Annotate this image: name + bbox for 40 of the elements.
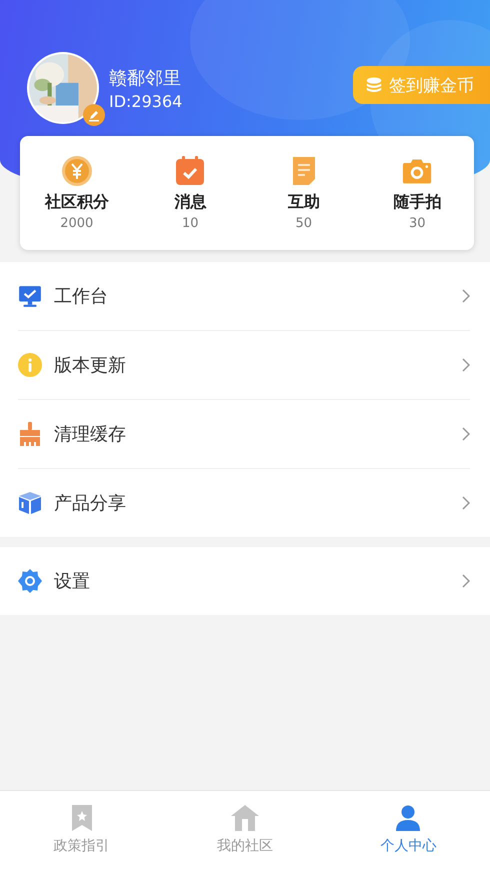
tab[interactable]: 个人中心 — [326, 791, 490, 876]
menu-label: 版本更新 — [54, 354, 127, 377]
stat-value: 50 — [295, 216, 312, 230]
chevron-right-icon — [462, 496, 470, 510]
user-id: ID:29364 — [109, 92, 182, 110]
menu-item[interactable]: 版本更新 — [18, 331, 470, 400]
chevron-right-icon — [462, 358, 470, 372]
coins-icon — [365, 76, 383, 94]
stat-value: 10 — [182, 216, 199, 230]
chevron-right-icon — [462, 574, 470, 588]
broom-icon — [18, 422, 42, 446]
chevron-right-icon — [462, 289, 470, 303]
stat-value: 30 — [408, 216, 426, 230]
person-icon — [394, 805, 422, 831]
home-icon — [230, 805, 259, 831]
menu-label: 工作台 — [54, 285, 109, 308]
stat-label: 消息 — [174, 192, 206, 212]
menu-item[interactable]: 清理缓存 — [18, 400, 470, 469]
yen-coin-icon — [62, 156, 92, 186]
edit-icon[interactable] — [83, 104, 105, 126]
stat-label: 随手拍 — [393, 192, 442, 212]
stat-label: 互助 — [288, 192, 320, 212]
stat-item[interactable]: 互助 50 — [258, 156, 349, 230]
info-icon — [18, 353, 42, 377]
stat-item[interactable]: 随手拍 30 — [372, 156, 462, 230]
menu-item[interactable]: 产品分享 — [18, 469, 470, 537]
chevron-right-icon — [462, 427, 470, 441]
stat-value: 2000 — [60, 216, 94, 230]
menu-label: 清理缓存 — [54, 423, 127, 446]
settings-icon — [18, 569, 42, 593]
monitor-icon — [18, 284, 42, 308]
user-name: 赣鄱邻里 — [109, 66, 182, 90]
box-icon — [18, 491, 42, 515]
menu-item[interactable]: 工作台 — [18, 262, 470, 331]
calendar-check-icon — [175, 156, 206, 186]
stat-item[interactable]: 社区积分 2000 — [32, 156, 122, 230]
menu-label: 设置 — [54, 570, 91, 593]
stat-label: 社区积分 — [44, 192, 109, 212]
stat-item[interactable]: 消息 10 — [145, 156, 236, 230]
menu-label: 产品分享 — [54, 492, 127, 515]
